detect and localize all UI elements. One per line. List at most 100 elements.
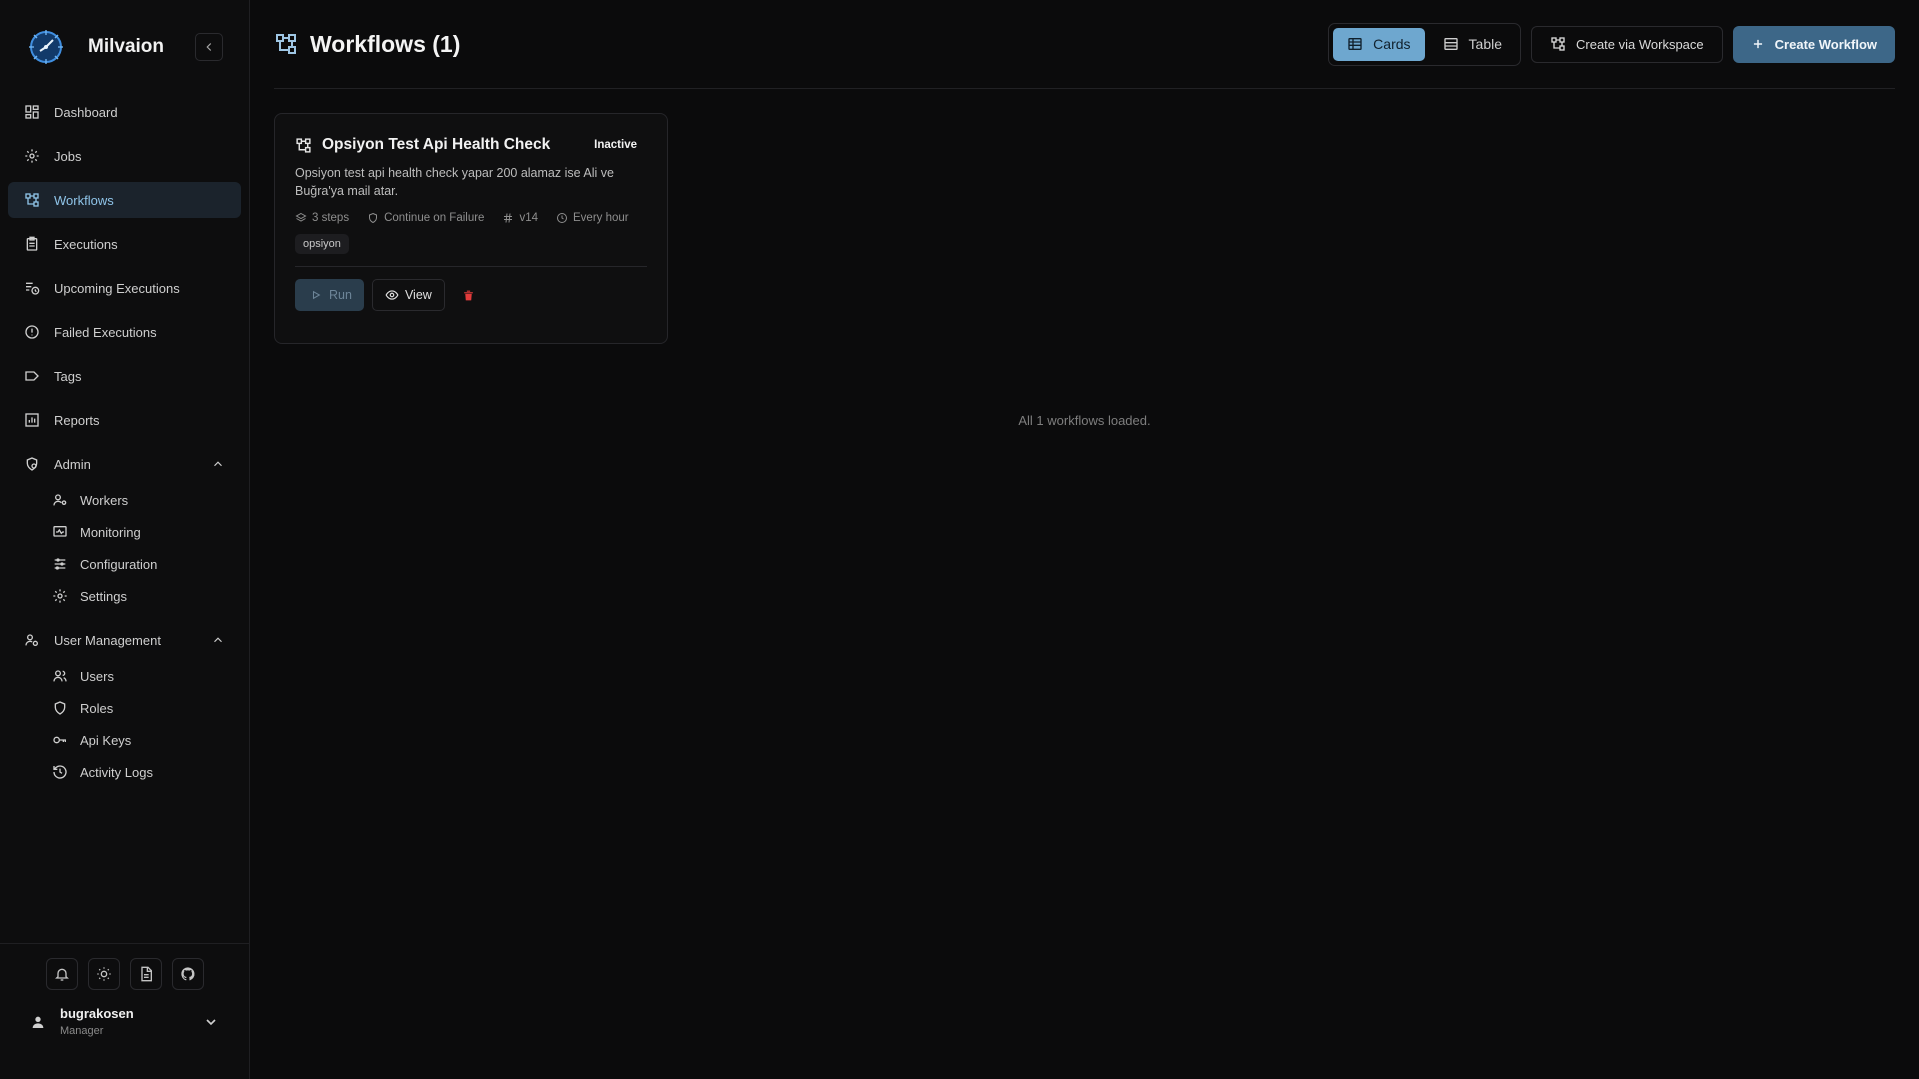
create-workflow-button[interactable]: Create Workflow [1732, 25, 1895, 63]
steps-meta: 3 steps [295, 212, 349, 224]
brand: Milvaion [0, 0, 249, 94]
sidebar-item-dashboard[interactable]: Dashboard [8, 94, 241, 130]
hash-icon [504, 213, 513, 223]
sidebar-item-label: Dashboard [54, 104, 118, 120]
sidebar-item-label: Users [80, 668, 114, 684]
sidebar-item-failed-executions[interactable]: Failed Executions [8, 314, 241, 350]
sidebar-item-reports[interactable]: Reports [8, 402, 241, 438]
user-cog-icon [25, 634, 38, 646]
workflow-card-actions: Run View [295, 279, 647, 311]
user-icon [32, 1016, 44, 1028]
milvaion-logo-icon [29, 30, 63, 64]
monitor-activity-icon [53, 526, 67, 537]
create-via-workspace-button[interactable]: Create via Workspace [1531, 25, 1723, 63]
clock-icon [557, 213, 567, 223]
user-management-sub-list: Users Roles Api Keys Activity Logs [8, 660, 241, 788]
workflow-card[interactable]: Opsiyon Test Api Health Check Inactive O… [274, 113, 668, 344]
main-content: Workflows (1) Cards Table Create via Wor… [250, 0, 1919, 1079]
cards-icon [1348, 38, 1362, 50]
alert-circle-icon [25, 325, 39, 339]
play-icon [312, 290, 321, 300]
sidebar-item-workers[interactable]: Workers [8, 484, 241, 516]
layers-icon [295, 212, 307, 222]
clipboard-list-icon [26, 236, 38, 251]
bar-chart-icon [25, 413, 39, 427]
sidebar-item-label: Jobs [54, 148, 82, 164]
page-title: Workflows (1) [310, 30, 461, 57]
view-button[interactable]: View [371, 279, 445, 311]
user-menu[interactable]: bugrakosen Manager [0, 1006, 249, 1037]
sidebar-item-label: Api Keys [80, 732, 132, 748]
docs-button[interactable] [129, 958, 162, 990]
sidebar-group-label: Admin [54, 456, 91, 472]
sidebar-item-monitoring[interactable]: Monitoring [8, 516, 241, 548]
sidebar-item-label: Monitoring [80, 524, 141, 540]
sidebar-item-label: Reports [54, 412, 100, 428]
schedule: Every hour [573, 212, 629, 224]
collapse-sidebar-button[interactable] [195, 33, 223, 61]
sidebar-item-configuration[interactable]: Configuration [8, 548, 241, 580]
sidebar-item-label: Workflows [54, 192, 114, 208]
failure-mode: Continue on Failure [384, 212, 485, 224]
run-button[interactable]: Run [295, 279, 364, 311]
sidebar-footer-icons [0, 944, 249, 990]
chevron-left-icon [206, 43, 212, 51]
sidebar-item-upcoming-executions[interactable]: Upcoming Executions [8, 270, 241, 306]
github-icon [180, 967, 195, 981]
sidebar-item-tags[interactable]: Tags [8, 358, 241, 394]
shield-gear-icon [26, 457, 38, 471]
history-icon [53, 765, 67, 779]
tag-icon [25, 371, 39, 381]
sliders-icon [54, 558, 66, 570]
sidebar-item-label: Configuration [80, 556, 158, 572]
users-icon [53, 670, 67, 682]
table-view-button[interactable]: Table [1429, 28, 1516, 61]
sidebar-group-user-management[interactable]: User Management [8, 622, 241, 658]
shield-icon [369, 212, 378, 224]
cards-view-button[interactable]: Cards [1333, 27, 1425, 61]
brand-name: Milvaion [88, 36, 165, 57]
cards-view-label: Cards [1373, 36, 1411, 52]
sidebar-item-label: Executions [54, 236, 118, 252]
sidebar: Milvaion Dashboard Jobs Workflows Execut… [0, 0, 250, 1079]
sidebar-item-roles[interactable]: Roles [8, 692, 241, 724]
chevron-up-icon [214, 637, 222, 643]
table-view-label: Table [1468, 36, 1502, 52]
sidebar-item-api-keys[interactable]: Api Keys [8, 724, 241, 756]
view-toggle: Cards Table [1328, 22, 1521, 66]
eye-icon [385, 290, 399, 300]
trash-icon [464, 290, 474, 300]
sidebar-item-label: Settings [80, 588, 127, 604]
sidebar-item-settings[interactable]: Settings [8, 580, 241, 612]
create-via-workspace-label: Create via Workspace [1576, 36, 1704, 52]
workflow-description: Opsiyon test api health check yapar 200 … [295, 166, 614, 198]
sidebar-item-label: Roles [80, 700, 114, 716]
user-role: Manager [60, 1025, 104, 1037]
sun-icon [96, 967, 111, 981]
version-meta: v14 [502, 212, 538, 224]
sidebar-item-activity-logs[interactable]: Activity Logs [8, 756, 241, 788]
bell-icon [54, 968, 69, 981]
workflow-tag: opsiyon [295, 234, 349, 254]
sidebar-item-executions[interactable]: Executions [8, 226, 241, 262]
sidebar-item-users[interactable]: Users [8, 660, 241, 692]
sidebar-item-workflows[interactable]: Workflows [8, 182, 241, 218]
steps-count: 3 steps [312, 212, 350, 224]
app-root: Milvaion Dashboard Jobs Workflows Execut… [0, 0, 1919, 1079]
sidebar-item-jobs[interactable]: Jobs [8, 138, 241, 174]
status-badge: Inactive [594, 139, 637, 151]
notifications-button[interactable] [45, 958, 78, 990]
sidebar-group-admin[interactable]: Admin [8, 446, 241, 482]
workflow-icon [276, 34, 296, 54]
gear-icon [53, 589, 67, 603]
sidebar-item-label: Upcoming Executions [54, 280, 180, 296]
sidebar-item-label: Failed Executions [54, 324, 157, 340]
user-info: bugrakosen Manager [60, 1006, 203, 1037]
theme-toggle-button[interactable] [87, 958, 120, 990]
gear-icon [25, 149, 39, 163]
plus-icon [1753, 39, 1762, 49]
delete-button[interactable] [453, 279, 485, 311]
header-actions: Cards Table Create via Workspace Create … [1328, 22, 1895, 66]
list-clock-icon [26, 282, 40, 295]
github-button[interactable] [171, 958, 204, 990]
